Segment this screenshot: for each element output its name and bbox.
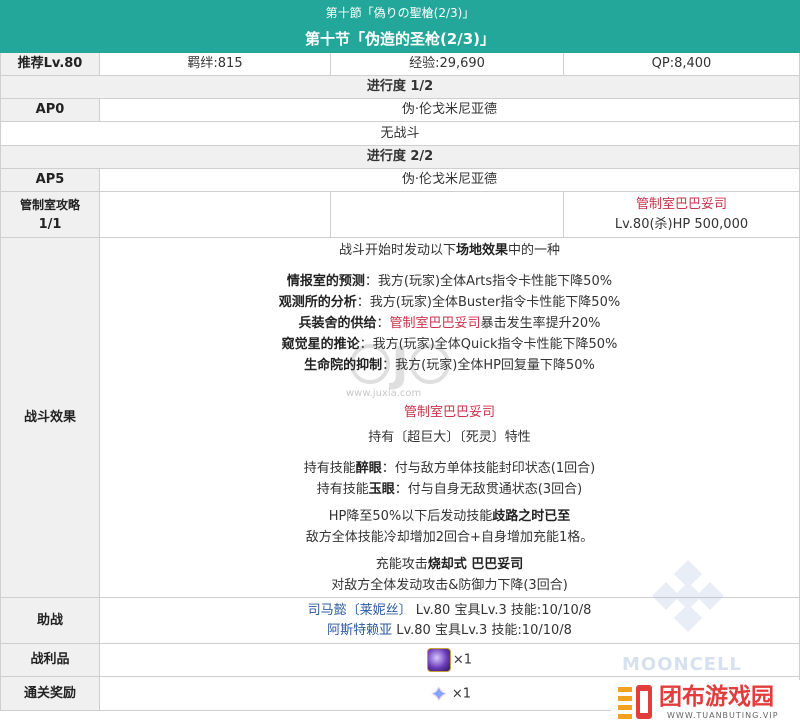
qp-value: QP:8,400 [563, 52, 800, 76]
site-logo: 团布游戏园 WWW.TUANBUTING.VIP [611, 680, 800, 728]
wave-count: 1/1 [38, 216, 62, 232]
boss-traits: 持有〔超巨大〕〔死灵〕特性 [368, 429, 531, 445]
enemy-name-1: 伪·伦戈米尼亚德 [99, 98, 800, 122]
boss-stats: Lv.80(杀)HP 500,000 [614, 216, 749, 232]
exp-value: 经验:29,690 [330, 52, 564, 76]
juxia-watermark-url: www.juxia.com [346, 388, 422, 399]
effects-intro: 战斗开始时发动以下场地效果中的一种 [338, 242, 561, 258]
field-effect-1: 情报室的预测：我方(玩家)全体Arts指令卡性能下降50% [286, 273, 613, 289]
saint-quartz-icon: ✦ [430, 681, 448, 706]
ap-label-2: AP5 [0, 168, 100, 192]
site-url: WWW.TUANBUTING.VIP [667, 711, 779, 720]
recommended-level: 推荐Lv.80 [0, 52, 100, 76]
wave-label: 管制室攻略 [19, 197, 80, 212]
field-effect-2: 观测所的分析：我方(玩家)全体Buster指令卡性能下降50% [278, 294, 621, 310]
hp-trigger-effect: 敌方全体技能冷却增加2回合+自身增加充能1格。 [305, 529, 594, 545]
jp-chapter-title: 第十節「偽りの聖槍(2/3)」 [0, 0, 800, 26]
svg-text:J: J [388, 337, 408, 391]
enemy-slot-empty-2 [330, 191, 564, 238]
drops-count: ×1 [452, 652, 473, 668]
progress-2-title: 进行度 2/2 [0, 145, 800, 169]
boss-cell: 管制室巴巴妥司 Lv.80(杀)HP 500,000 [563, 191, 800, 238]
boss-skill-1: 持有技能醉眼：付与敌方单体技能封印状态(1回合) [303, 460, 596, 476]
bond-value: 羁绊:815 [99, 52, 331, 76]
effects-label: 战斗效果 [0, 237, 100, 598]
reward-count: ×1 [451, 686, 472, 701]
hp-trigger: HP降至50%以下后发动技能歧路之时已至 [328, 508, 571, 524]
enemy-name-2: 伪·伦戈米尼亚德 [99, 168, 800, 192]
effects-cell: 战斗开始时发动以下场地效果中的一种 情报室的预测：我方(玩家)全体Arts指令卡… [99, 237, 800, 598]
site-name: 团布游戏园 [659, 684, 774, 710]
effects-boss-name: 管制室巴巴妥司 [403, 404, 495, 420]
support-servant-1-link[interactable]: 司马懿〔莱妮丝〕 [308, 603, 412, 618]
progress-1-title: 进行度 1/2 [0, 75, 800, 99]
enemy-slot-empty-1 [99, 191, 331, 238]
mooncell-watermark-text: MOONCELL [622, 654, 743, 675]
purple-gem-icon [426, 648, 451, 672]
support-servant-2-link[interactable]: 阿斯特赖亚 [327, 623, 392, 638]
no-battle-text: 无战斗 [0, 121, 800, 146]
site-logo-icon [618, 685, 652, 719]
support-label: 助战 [0, 597, 100, 644]
drops-label: 战利品 [0, 643, 100, 677]
reward-label: 通关奖励 [0, 676, 100, 711]
ap-label-1: AP0 [0, 98, 100, 122]
mooncell-watermark-logo [651, 560, 725, 633]
cn-chapter-title: 第十节「伪造的圣枪(2/3)」 [0, 25, 800, 53]
boss-name: 管制室巴巴妥司 [635, 196, 727, 212]
boss-skill-2: 持有技能玉眼：付与自身无敌贯通状态(3回合) [316, 481, 583, 497]
wave-cell: 管制室攻略 1/1 [0, 191, 100, 238]
